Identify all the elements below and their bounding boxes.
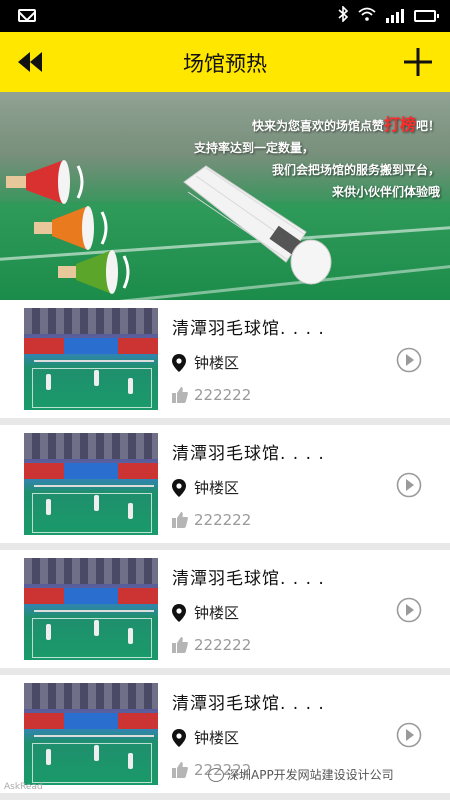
location-pin-icon [172,603,186,622]
corner-watermark: AskRead [4,782,43,792]
megaphone-icon [6,160,130,294]
arrow-circle-right-icon [396,597,422,623]
promo-banner[interactable]: 快来为您喜欢的场馆点赞打榜吧！ 支持率达到一定数量， 我们会把场馆的服务搬到平台… [0,92,450,300]
status-bar [0,0,450,32]
banner-line1-prefix: 快来为您喜欢的场馆点赞 [251,119,384,133]
venue-card[interactable]: 清潭羽毛球馆. . . . 钟楼区 222222 [0,300,450,418]
venue-likes: 222222 [194,386,252,404]
venue-detail-button[interactable] [396,347,422,373]
banner-line1-suffix: 吧！ [415,119,440,133]
banner-line4: 来供小伙伴们体验哦 [331,185,440,199]
venue-district: 钟楼区 [194,354,240,372]
wifi-icon [358,7,376,25]
app-header: 场馆预热 [0,32,450,92]
plus-icon [404,48,432,76]
location-pin-icon [172,728,186,747]
venue-photo [24,683,158,785]
location-pin-icon [172,478,186,497]
venue-name: 清潭羽毛球馆. . . . [172,444,325,464]
thumbs-up-icon [172,387,188,403]
watermark-text: 深圳APP开发网站建设设计公司 [227,768,394,782]
venue-detail-button[interactable] [396,597,422,623]
add-button[interactable] [402,46,434,78]
venue-detail-button[interactable] [396,472,422,498]
venue-likes: 222222 [194,636,252,654]
banner-text: 快来为您喜欢的场馆点赞打榜吧！ 支持率达到一定数量， 我们会把场馆的服务搬到平台… [190,114,440,203]
venue-likes: 222222 [194,511,252,529]
venue-district: 钟楼区 [194,479,240,497]
bluetooth-icon [338,5,349,26]
mail-icon [18,9,36,22]
arrow-circle-right-icon [396,722,422,748]
thumbs-up-icon [172,637,188,653]
banner-highlight: 打榜 [383,115,416,134]
venue-district: 钟楼区 [194,729,240,747]
location-pin-icon [172,353,186,372]
watermark: 深圳APP开发网站建设设计公司 [208,766,394,783]
venue-photo [24,308,158,410]
venue-card[interactable]: 清潭羽毛球馆. . . . 钟楼区 222222 [0,550,450,668]
thumbs-up-icon [172,512,188,528]
banner-line3: 我们会把场馆的服务搬到平台， [271,163,440,177]
wechat-logo-icon [208,767,224,782]
venue-name: 清潭羽毛球馆. . . . [172,319,325,339]
venue-photo [24,433,158,535]
signal-icon [386,9,404,23]
venue-list: 清潭羽毛球馆. . . . 钟楼区 222222 清潭羽毛球馆. . . . 钟… [0,300,450,800]
thumbs-up-icon [172,762,188,778]
battery-icon [414,10,439,22]
venue-card[interactable]: 清潭羽毛球馆. . . . 钟楼区 222222 [0,425,450,543]
venue-district: 钟楼区 [194,604,240,622]
venue-photo [24,558,158,660]
venue-name: 清潭羽毛球馆. . . . [172,569,325,589]
page-title: 场馆预热 [183,52,267,76]
arrow-circle-right-icon [396,472,422,498]
banner-line2: 支持率达到一定数量， [194,141,315,155]
arrow-circle-right-icon [396,347,422,373]
venue-detail-button[interactable] [396,722,422,748]
venue-name: 清潭羽毛球馆. . . . [172,694,325,714]
